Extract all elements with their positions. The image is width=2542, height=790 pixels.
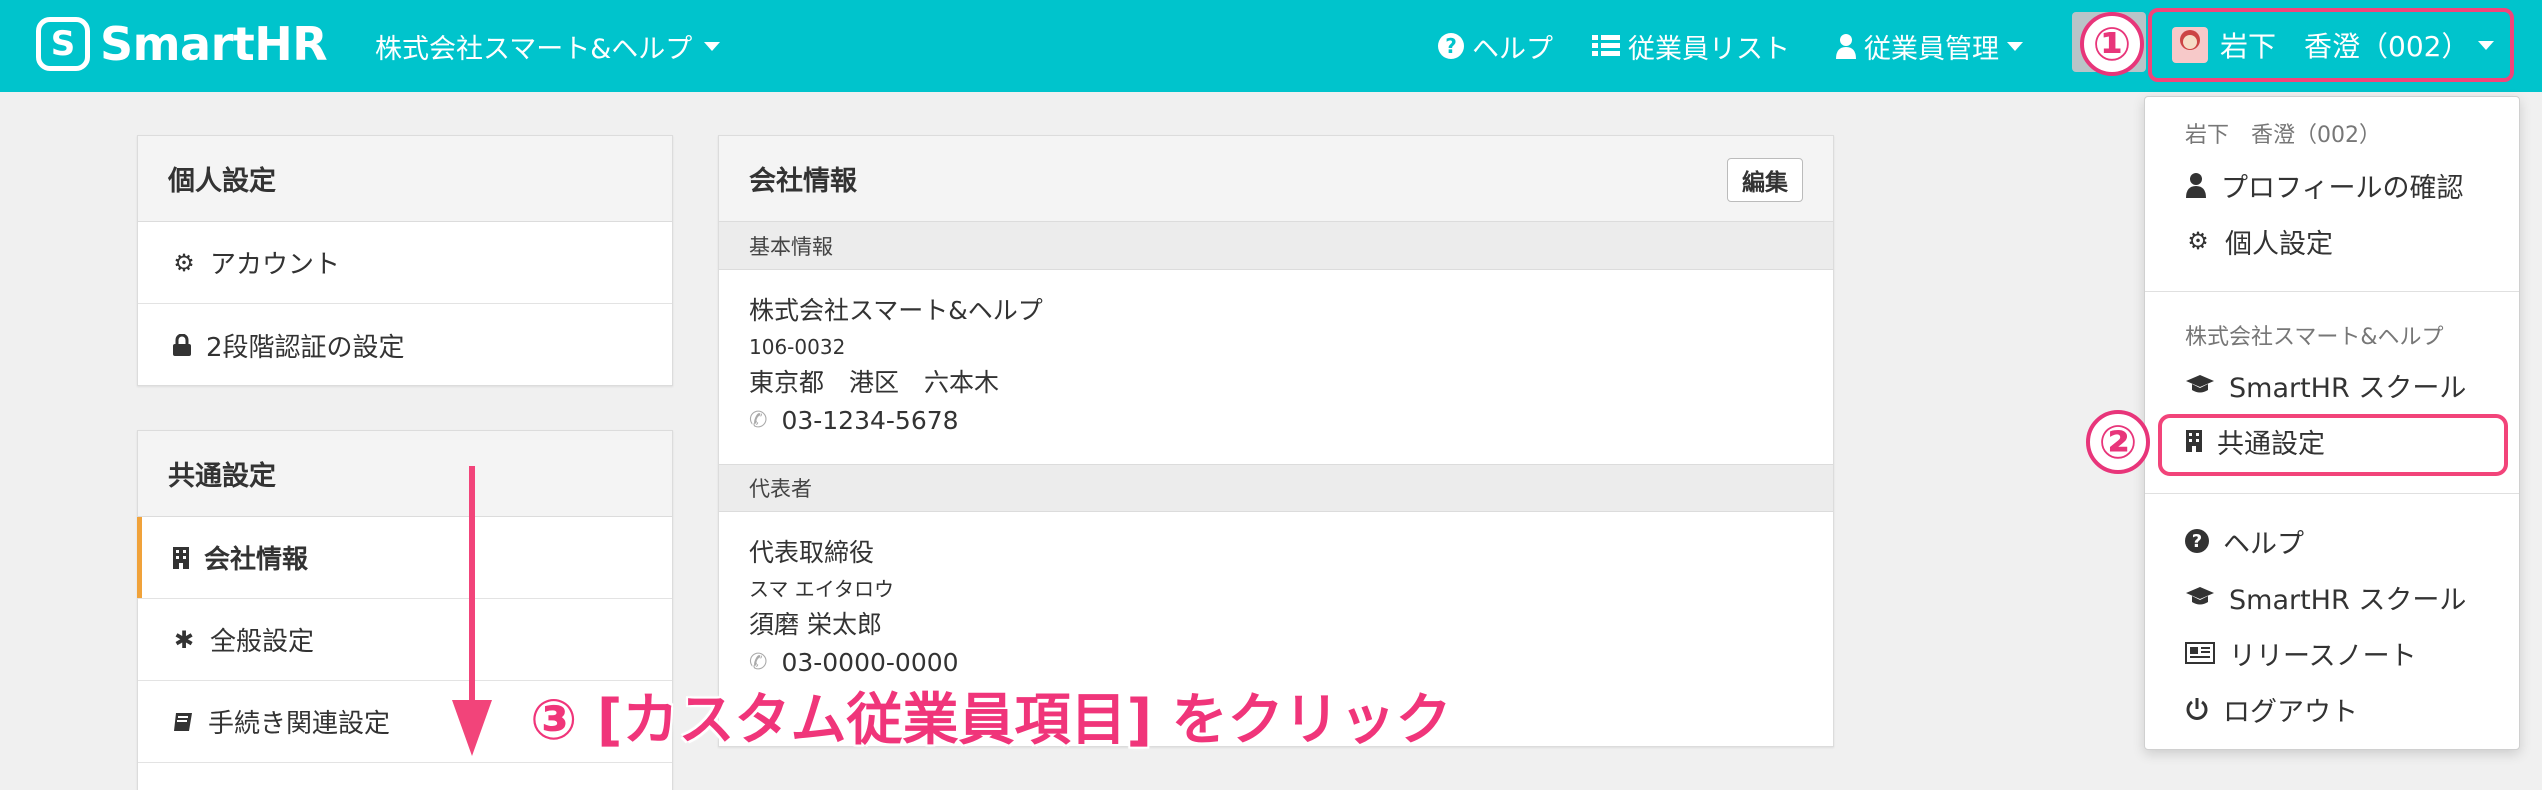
menu-item-label: 個人設定 bbox=[2225, 228, 2333, 260]
menu-item-release-notes[interactable]: リリースノート bbox=[2185, 631, 2417, 675]
divider bbox=[2145, 291, 2519, 292]
asterisk-icon: ✱ bbox=[173, 625, 195, 654]
representative-position: 代表取締役 bbox=[749, 538, 875, 567]
book-icon bbox=[174, 712, 192, 731]
sidebar-item-label: アカウント bbox=[210, 250, 341, 280]
menu-item-label: SmartHR スクール bbox=[2229, 584, 2467, 616]
sidebar-item-label: 2段階認証の設定 bbox=[206, 332, 405, 363]
help-icon: ? bbox=[1438, 33, 1464, 59]
person-icon bbox=[1836, 34, 1856, 59]
help-icon: ? bbox=[2185, 529, 2209, 553]
menu-item-help[interactable]: ? ヘルプ bbox=[2185, 519, 2304, 563]
gear-icon: ⚙ bbox=[2187, 227, 2209, 255]
sidebar-item-company-info[interactable]: 会社情報 bbox=[137, 517, 672, 599]
phone-icon: ✆ bbox=[749, 408, 768, 433]
company-selector[interactable]: 株式会社スマート&ヘルプ bbox=[375, 22, 721, 70]
company-name: 株式会社スマート&ヘルプ bbox=[375, 33, 693, 65]
annotation-arrow bbox=[469, 466, 475, 706]
sidebar-item-general[interactable]: ✱ 全般設定 bbox=[138, 599, 672, 681]
basic-info-block: 株式会社スマート&ヘルプ 106-0032 東京都 港区 六本木 ✆ 03-12… bbox=[719, 270, 1833, 464]
sidebar-item-label: 会社情報 bbox=[204, 545, 309, 575]
avatar bbox=[2172, 27, 2208, 63]
graduation-cap-icon bbox=[2186, 587, 2214, 605]
menu-item-label: SmartHR スクール bbox=[2229, 372, 2467, 404]
lock-icon bbox=[173, 334, 191, 356]
menu-item-label: プロフィールの確認 bbox=[2221, 172, 2464, 204]
company-name: 株式会社スマート&ヘルプ bbox=[749, 296, 1043, 325]
chevron-down-icon bbox=[704, 41, 721, 51]
panel-title: 個人設定 bbox=[138, 136, 672, 222]
chevron-down-icon bbox=[2478, 40, 2494, 50]
annotation-arrow-head bbox=[452, 700, 492, 756]
nav-help[interactable]: ? ヘルプ bbox=[1438, 22, 1553, 70]
step-marker-2: ② bbox=[2086, 410, 2150, 474]
sidebar-item-label: 全般設定 bbox=[210, 627, 315, 657]
list-icon bbox=[1592, 35, 1620, 56]
panel-title: 会社情報 bbox=[749, 166, 857, 197]
nav-employee-manage[interactable]: 従業員管理 bbox=[1836, 22, 2023, 70]
menu-item-label: リリースノート bbox=[2229, 640, 2417, 672]
sidebar-item-label: 手続き関連設定 bbox=[208, 709, 391, 739]
power-icon bbox=[2186, 698, 2208, 720]
step-marker-1: ① bbox=[2080, 12, 2144, 76]
highlight-common-settings bbox=[2158, 414, 2508, 476]
newspaper-icon bbox=[2185, 642, 2215, 664]
section-title-representative: 代表者 bbox=[719, 464, 1833, 512]
chevron-down-icon bbox=[2007, 41, 2023, 51]
company-info-panel: 会社情報 編集 基本情報 株式会社スマート&ヘルプ 106-0032 東京都 港… bbox=[718, 135, 1834, 747]
menu-item-label: ヘルプ bbox=[2223, 528, 2304, 560]
edit-button[interactable]: 編集 bbox=[1727, 158, 1803, 202]
instruction-text: ③ [カスタム従業員項目] をクリック bbox=[530, 687, 1452, 753]
nav-employee-list[interactable]: 従業員リスト bbox=[1592, 22, 1790, 70]
menu-item-logout[interactable]: ログアウト bbox=[2185, 687, 2358, 731]
panel-header: 会社情報 編集 bbox=[719, 136, 1833, 222]
postal-code: 106-0032 bbox=[749, 335, 846, 359]
gear-icon: ⚙ bbox=[173, 248, 195, 277]
building-icon bbox=[173, 546, 189, 569]
dropdown-user-header: 岩下 香澄（002） bbox=[2185, 123, 2381, 148]
personal-settings-panel: 個人設定 ⚙ アカウント 2段階認証の設定 bbox=[137, 135, 673, 386]
address: 東京都 港区 六本木 bbox=[749, 368, 1000, 397]
user-menu-button[interactable]: 岩下 香澄（002） bbox=[2148, 8, 2514, 82]
smarthr-logo[interactable]: S SmartHR bbox=[36, 16, 328, 72]
panel-title: 共通設定 bbox=[138, 431, 672, 517]
sidebar-item-account[interactable]: ⚙ アカウント bbox=[138, 222, 672, 304]
dropdown-company-header: 株式会社スマート&ヘルプ bbox=[2185, 325, 2444, 350]
representative-kana: スマ エイタロウ bbox=[749, 577, 894, 601]
menu-item-personal-settings[interactable]: ⚙ 個人設定 bbox=[2185, 219, 2333, 263]
user-name: 岩下 香澄（002） bbox=[2220, 30, 2470, 63]
representative-name: 須磨 栄太郎 bbox=[749, 610, 882, 639]
logo-icon: S bbox=[36, 17, 90, 71]
nav-employee-manage-label: 従業員管理 bbox=[1864, 33, 1999, 65]
divider bbox=[2145, 493, 2519, 494]
phone-number: 03-1234-5678 bbox=[781, 406, 959, 435]
section-title-basic: 基本情報 bbox=[719, 222, 1833, 270]
company-phone: ✆ 03-1234-5678 bbox=[749, 402, 1803, 440]
person-icon bbox=[2186, 173, 2206, 198]
nav-employee-list-label: 従業員リスト bbox=[1628, 33, 1790, 65]
representative-block: 代表取締役 スマ エイタロウ 須磨 栄太郎 ✆ 03-0000-0000 bbox=[719, 512, 1833, 702]
menu-item-school[interactable]: SmartHR スクール bbox=[2185, 363, 2466, 407]
menu-item-school-2[interactable]: SmartHR スクール bbox=[2185, 575, 2466, 619]
graduation-cap-icon bbox=[2186, 375, 2214, 393]
menu-item-label: ログアウト bbox=[2223, 696, 2358, 728]
sidebar-item-two-factor[interactable]: 2段階認証の設定 bbox=[138, 304, 672, 386]
nav-help-label: ヘルプ bbox=[1472, 33, 1553, 65]
top-navbar: S SmartHR 株式会社スマート&ヘルプ ? ヘルプ 従業員リスト 従業員管… bbox=[0, 0, 2542, 92]
logo-text: SmartHR bbox=[100, 17, 328, 71]
menu-item-profile[interactable]: プロフィールの確認 bbox=[2185, 163, 2463, 207]
